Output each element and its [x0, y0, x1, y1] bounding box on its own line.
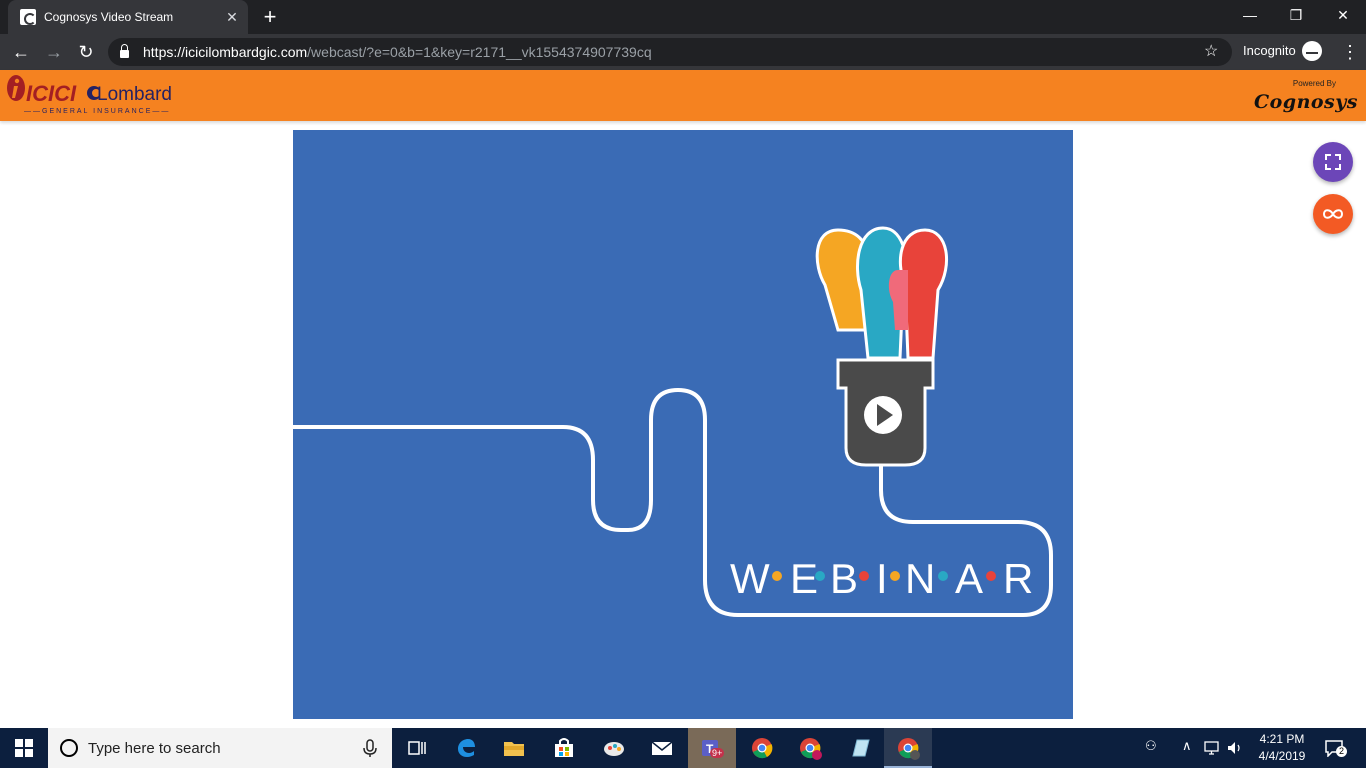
windows-taskbar: Type here to search T 9+ ⚇ ∧ 4:21 PM 4/4…: [0, 728, 1366, 768]
windows-logo-icon: [15, 739, 33, 757]
tab-title: Cognosys Video Stream: [44, 10, 174, 24]
svg-text:R: R: [1003, 555, 1033, 602]
icici-logo-icon: [7, 75, 25, 101]
paint-palette-icon: [604, 742, 624, 756]
svg-text:B: B: [830, 555, 858, 602]
chrome-incognito-taskbar-button[interactable]: [884, 728, 932, 768]
site-header: ICICI Lombard ——GENERAL INSURANCE—— Powe…: [0, 70, 1366, 121]
video-player[interactable]: W E B I N A R: [291, 130, 1073, 719]
browser-toolbar: ← → ↻ https://icicilombardgic.com/webcas…: [0, 34, 1366, 70]
notes-taskbar-button[interactable]: [836, 728, 884, 768]
network-icon[interactable]: [1203, 740, 1221, 756]
incognito-label: Incognito: [1243, 43, 1296, 58]
cognosys-favicon-icon: [20, 9, 36, 25]
chrome-incognito-icon: [898, 738, 920, 760]
teams-button[interactable]: T 9+: [688, 728, 736, 768]
volume-icon[interactable]: [1226, 740, 1244, 756]
people-icon[interactable]: ⚇: [1145, 738, 1157, 754]
show-hidden-icons-chevron-icon[interactable]: ∧: [1182, 738, 1192, 754]
teams-badge: 9+: [710, 748, 725, 758]
tab-close-icon[interactable]: ✕: [220, 9, 244, 26]
mail-icon: [651, 741, 673, 755]
cognosys-brand: Cognosys: [1253, 91, 1358, 113]
incognito-icon[interactable]: [1302, 41, 1322, 61]
cortana-icon: [60, 739, 78, 757]
task-view-button[interactable]: [392, 728, 440, 768]
browser-tab[interactable]: Cognosys Video Stream ✕: [8, 0, 248, 34]
chrome-icon: [752, 738, 773, 759]
url-domain: https://icicilombardgic.com: [143, 44, 308, 60]
logo-tagline: ——GENERAL INSURANCE——: [24, 108, 171, 115]
lock-icon: [120, 44, 129, 58]
svg-text:W: W: [730, 555, 770, 602]
fullscreen-icon: [1325, 154, 1341, 170]
microphone-icon[interactable]: [360, 738, 380, 758]
chrome-profile-taskbar-button[interactable]: [786, 728, 834, 768]
search-placeholder: Type here to search: [88, 739, 221, 757]
notification-count-badge: 2: [1336, 746, 1347, 757]
forward-button[interactable]: →: [42, 40, 66, 64]
chrome-taskbar-button[interactable]: [738, 728, 786, 768]
file-explorer-button[interactable]: [490, 728, 538, 768]
clock-date[interactable]: 4/4/2019: [1256, 749, 1308, 763]
webinar-illustration: W E B I N A R: [291, 226, 1053, 617]
svg-text:A: A: [955, 555, 983, 602]
powered-by-label: Powered By: [1292, 79, 1336, 88]
restore-button[interactable]: ❐: [1273, 0, 1319, 30]
edge-taskbar-button[interactable]: [442, 728, 490, 768]
infinity-icon: [1323, 209, 1343, 219]
loop-button[interactable]: [1313, 194, 1353, 234]
close-window-button[interactable]: ✕: [1320, 0, 1366, 30]
store-button[interactable]: [540, 728, 588, 768]
new-tab-button[interactable]: +: [258, 4, 282, 30]
svg-text:I: I: [876, 555, 888, 602]
browser-menu-button[interactable]: ⋮: [1340, 40, 1360, 64]
mail-button[interactable]: [638, 728, 686, 768]
taskbar-search-box[interactable]: Type here to search: [48, 728, 392, 768]
back-button[interactable]: ←: [9, 40, 33, 64]
minimize-button[interactable]: —: [1227, 0, 1273, 30]
chrome-profile-icon: [800, 738, 822, 760]
notepad-icon: [852, 739, 870, 757]
svg-text:N: N: [905, 555, 935, 602]
start-button[interactable]: [0, 728, 48, 768]
logo-icici-text: ICICI: [26, 81, 77, 106]
reload-button[interactable]: ↻: [74, 40, 98, 64]
svg-text:E: E: [790, 555, 818, 602]
clock-time[interactable]: 4:21 PM: [1256, 732, 1308, 746]
fullscreen-button[interactable]: [1313, 142, 1353, 182]
paint-button[interactable]: [590, 728, 638, 768]
url-path: /webcast/?e=0&b=1&key=r2171__vk155437490…: [307, 44, 652, 60]
address-bar[interactable]: https://icicilombardgic.com/webcast/?e=0…: [108, 38, 1232, 66]
task-view-icon: [408, 741, 426, 755]
folder-icon: [504, 742, 524, 756]
logo-lombard-text: Lombard: [97, 84, 172, 105]
store-icon: [555, 738, 573, 757]
browser-titlebar: Cognosys Video Stream ✕ + — ❐ ✕: [0, 0, 1366, 34]
edge-icon: [458, 739, 475, 757]
